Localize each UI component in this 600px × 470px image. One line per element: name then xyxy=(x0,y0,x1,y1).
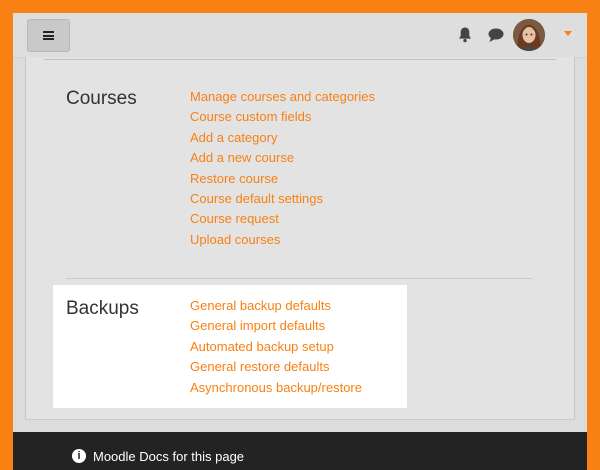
divider xyxy=(66,278,532,279)
courses-links: Manage courses and categories Course cus… xyxy=(190,87,375,250)
top-navbar xyxy=(13,13,587,58)
link-general-restore-defaults[interactable]: General restore defaults xyxy=(190,357,362,377)
section-title-courses: Courses xyxy=(66,88,137,109)
link-general-import-defaults[interactable]: General import defaults xyxy=(190,316,362,336)
link-add-category[interactable]: Add a category xyxy=(190,128,375,148)
page-frame: Courses Manage courses and categories Co… xyxy=(13,13,587,470)
link-async-backup-restore[interactable]: Asynchronous backup/restore xyxy=(190,378,362,398)
admin-settings-card: Courses Manage courses and categories Co… xyxy=(25,57,575,420)
link-course-default-settings[interactable]: Course default settings xyxy=(190,189,375,209)
link-add-new-course[interactable]: Add a new course xyxy=(190,148,375,168)
link-course-custom-fields[interactable]: Course custom fields xyxy=(190,107,375,127)
divider xyxy=(44,59,556,60)
hamburger-menu-button[interactable] xyxy=(27,19,70,52)
info-icon: i xyxy=(72,449,86,463)
bell-icon[interactable] xyxy=(457,26,473,44)
link-automated-backup-setup[interactable]: Automated backup setup xyxy=(190,337,362,357)
caret-down-icon[interactable] xyxy=(564,31,572,36)
hamburger-icon xyxy=(43,31,54,40)
page-footer: i Moodle Docs for this page xyxy=(13,432,587,470)
backups-links: General backup defaults General import d… xyxy=(190,296,362,398)
avatar[interactable] xyxy=(513,19,545,51)
link-restore-course[interactable]: Restore course xyxy=(190,169,375,189)
link-manage-courses[interactable]: Manage courses and categories xyxy=(190,87,375,107)
moodle-docs-link[interactable]: Moodle Docs for this page xyxy=(93,449,244,464)
chat-bubble-icon[interactable] xyxy=(487,27,505,43)
link-course-request[interactable]: Course request xyxy=(190,209,375,229)
link-upload-courses[interactable]: Upload courses xyxy=(190,230,375,250)
link-general-backup-defaults[interactable]: General backup defaults xyxy=(190,296,362,316)
section-title-backups: Backups xyxy=(66,298,139,319)
